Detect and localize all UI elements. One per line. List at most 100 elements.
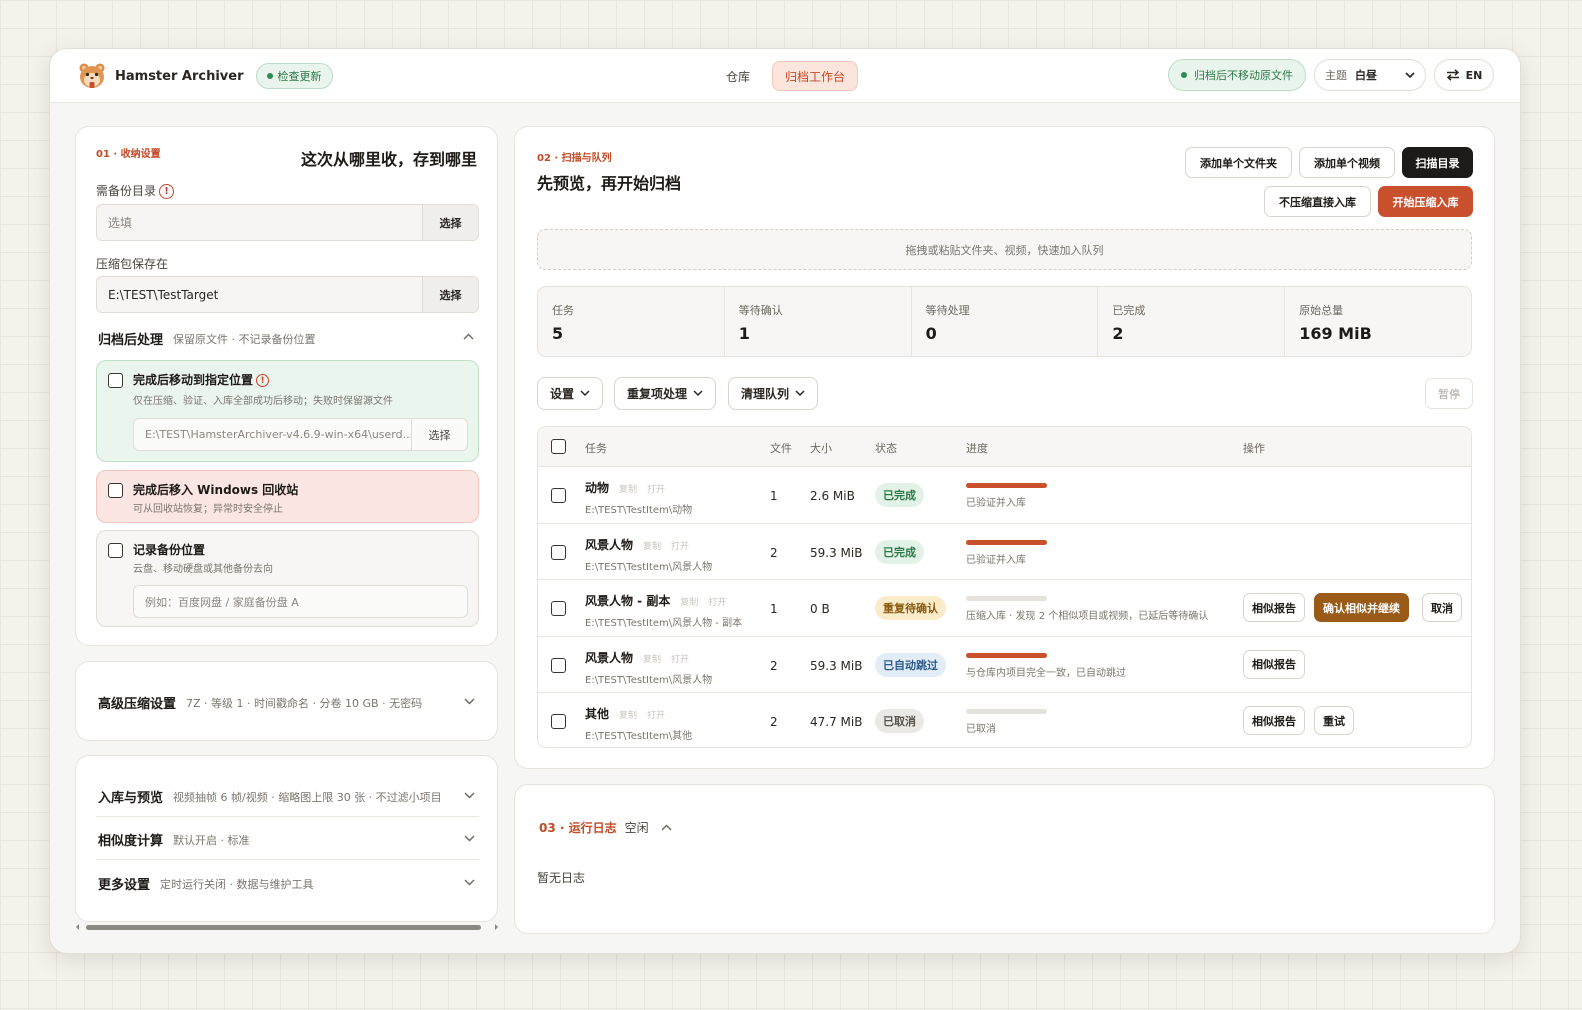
pause-button[interactable]: 暂停 [1425,378,1473,409]
queue-title: 先预览，再开始归档 [537,174,682,193]
more-settings-card: 入库与预览 视频抽帧 6 帧/视频 · 缩略图上限 30 张 · 不过滤小项目 … [75,755,498,922]
more-settings-section[interactable]: 更多设置 定时运行关闭 · 数据与维护工具 [98,874,314,894]
copy-link[interactable]: 复制 [643,542,661,552]
ingest-preview-summary: 视频抽帧 6 帧/视频 · 缩略图上限 30 张 · 不过滤小项目 [173,790,442,804]
no-move-toggle[interactable]: 归档后不移动原文件 [1168,59,1306,91]
advanced-compression-card[interactable]: 高级压缩设置 7Z · 等级 1 · 时间戳命名 · 分卷 10 GB · 无密… [75,661,498,741]
main-nav: 仓库 归档工作台 [714,61,859,91]
record-backup-desc: 云盘、移动硬盘或其他备份去向 [133,564,273,575]
open-link[interactable]: 打开 [708,598,726,608]
move-target-choose-button[interactable]: 选择 [411,419,467,450]
divider [96,859,479,860]
confirm-similar-continue-button[interactable]: 确认相似并继续 [1314,593,1409,622]
task-path: E:\TEST\TestItem\风景人物 - 副本 [585,618,743,629]
start-compress-button[interactable]: 开始压缩入库 [1378,186,1473,217]
cancel-button[interactable]: 取消 [1422,593,1462,622]
move-target-input[interactable]: E:\TEST\HamsterArchiver-v4.6.9-win-x64\u… [134,419,411,450]
post-process-title: 归档后处理 [98,333,164,348]
chevron-down-icon[interactable] [464,879,475,886]
table-row: 风景人物 - 副本 复制 打开 E:\TEST\TestItem\风景人物 - 副本… [538,580,1471,637]
post-process-summary: 保留原文件 · 不记录备份位置 [173,332,316,346]
add-folder-button[interactable]: 添加单个文件夹 [1185,147,1292,178]
open-link[interactable]: 打开 [647,711,665,721]
backup-location-input[interactable]: 例如：百度网盘 / 家庭备份盘 A [134,586,467,617]
status-badge: 已完成 [875,539,924,564]
table-row: 动物 复制 打开 E:\TEST\TestItem\动物 1 2.6 MiB 已完成… [538,467,1471,524]
recycle-bin-checkbox[interactable] [108,483,123,498]
similar-report-button[interactable]: 相似报告 [1243,593,1305,622]
task-path: E:\TEST\TestItem\其他 [585,731,693,742]
similar-report-button[interactable]: 相似报告 [1243,649,1305,679]
open-link[interactable]: 打开 [671,655,689,665]
top-right-controls: 归档后不移动原文件 主题 白昼 EN [1168,59,1494,91]
table-row: 风景人物 复制 打开 E:\TEST\TestItem\风景人物 2 59.3 Mi… [538,524,1471,580]
row-checkbox[interactable] [551,601,566,616]
check-update-button[interactable]: 检查更新 [255,63,333,89]
queue-tag: 02 · 扫描与队列 [537,153,612,164]
stat-awaiting-confirm: 等待确认 1 [725,287,912,356]
log-tag: 03 · 运行日志 [539,821,617,835]
chevron-down-icon [795,390,805,397]
similar-report-button[interactable]: 相似报告 [1243,706,1305,735]
duplicate-handling-label: 重复项处理 [627,387,688,401]
row-checkbox[interactable] [551,488,566,503]
duplicate-handling-dropdown[interactable]: 重复项处理 [614,377,717,410]
chevron-down-icon[interactable] [464,835,475,842]
check-update-label: 检查更新 [277,70,322,83]
status-badge: 已完成 [875,483,924,507]
chevron-up-icon[interactable] [661,824,672,831]
table-header: 任务 文件 大小 状态 进度 操作 [538,427,1471,467]
copy-link[interactable]: 复制 [643,655,661,665]
size-value: 59.3 MiB [810,658,863,673]
row-checkbox[interactable] [551,714,566,729]
copy-link[interactable]: 复制 [619,485,637,495]
advanced-compression-summary: 7Z · 等级 1 · 时间戳命名 · 分卷 10 GB · 无密码 [186,696,423,710]
status-badge: 重复待确认 [875,596,946,620]
horizontal-scrollbar[interactable] [75,922,499,932]
clear-queue-dropdown[interactable]: 清理队列 [728,377,819,410]
chevron-up-icon[interactable] [463,333,474,340]
open-link[interactable]: 打开 [647,485,665,495]
copy-link[interactable]: 复制 [680,598,698,608]
log-header[interactable]: 03 · 运行日志 空闲 [539,819,672,836]
add-video-button[interactable]: 添加单个视频 [1299,147,1395,178]
tab-archive-workbench[interactable]: 归档工作台 [772,61,859,91]
files-count: 1 [770,602,778,616]
settings-dropdown[interactable]: 设置 [537,377,604,410]
open-link[interactable]: 打开 [671,542,689,552]
theme-select[interactable]: 主题 白昼 [1314,59,1426,91]
task-cell: 风景人物 复制 打开 E:\TEST\TestItem\风景人物 [585,649,712,686]
task-name: 风景人物 [585,650,634,665]
move-after-checkbox[interactable] [108,373,123,388]
progress-bar [966,709,1047,714]
row-checkbox[interactable] [551,657,566,673]
target-dir-input[interactable]: E:\TEST\TestTarget [97,277,422,312]
retry-button[interactable]: 重试 [1314,706,1354,735]
chevron-down-icon[interactable] [464,792,475,799]
target-dir-label: 压缩包保存在 [96,257,169,271]
tab-repository[interactable]: 仓库 [714,61,762,91]
scan-directory-button[interactable]: 扫描目录 [1402,147,1473,178]
similarity-section[interactable]: 相似度计算 默认开启 · 标准 [98,830,250,850]
app-window: Hamster Archiver 检查更新 仓库 归档工作台 归档后不移动原文件… [49,48,1521,954]
direct-ingest-button[interactable]: 不压缩直接入库 [1264,186,1371,217]
language-switch-button[interactable]: EN [1434,59,1494,91]
source-dir-input[interactable]: 选填 [97,205,422,240]
task-name: 动物 [585,481,610,495]
ingest-preview-section[interactable]: 入库与预览 视频抽帧 6 帧/视频 · 缩略图上限 30 张 · 不过滤小项目 [98,787,442,807]
chevron-down-icon [580,390,590,397]
select-all-checkbox[interactable] [551,439,566,454]
drop-zone[interactable]: 拖拽或粘贴文件夹、视频，快速加入队列 [537,229,1472,270]
chevron-down-icon [693,390,703,397]
chevron-down-icon[interactable] [464,698,475,705]
source-choose-button[interactable]: 选择 [422,205,478,240]
target-choose-button[interactable]: 选择 [422,277,478,312]
post-process-toggle[interactable]: 归档后处理 保留原文件 · 不记录备份位置 [98,329,316,349]
record-backup-checkbox[interactable] [108,543,123,558]
task-name: 其他 [585,707,610,721]
progress-text: 压缩入库 · 发现 2 个相似项目或视频，已延后等待确认 [966,611,1209,622]
language-label: EN [1465,68,1483,82]
hamster-logo-icon [79,63,105,88]
row-checkbox[interactable] [551,544,566,560]
copy-link[interactable]: 复制 [619,711,637,721]
